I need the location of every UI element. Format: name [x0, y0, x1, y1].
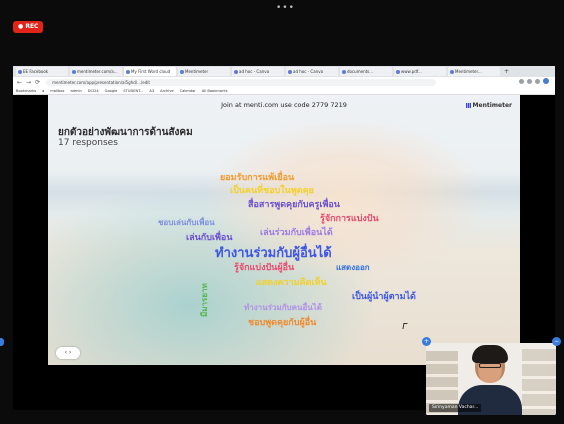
slide-nav-controls[interactable]: ‹ › — [56, 347, 80, 359]
word-cloud-word: รู้จักการแบ่งปัน — [320, 214, 379, 224]
bookmark-item[interactable]: Archive — [160, 89, 173, 93]
tab-label: ad hoc - Canva — [293, 69, 324, 74]
presentation-slide: Join at menti.com use code 2779 7219 Men… — [48, 95, 520, 365]
tab-label: Mentimeter... — [455, 69, 482, 74]
browser-tab[interactable]: www.pdf... — [394, 67, 446, 76]
tab-favicon-icon — [396, 69, 400, 74]
back-icon[interactable]: ← — [17, 79, 22, 86]
word-cloud: ยอมรับการแพ้เยื่อน เป็นคนที่ชอบในพูดคุย … — [48, 95, 520, 365]
tab-favicon-icon — [18, 69, 22, 74]
bookmark-item[interactable]: Calendar — [180, 89, 196, 93]
meeting-window: ••• ● REC EE Facebook mentimeter.com/a..… — [0, 0, 564, 424]
browser-tab-bar: EE Facebook mentimeter.com/a... My First… — [13, 66, 555, 77]
tab-label: mentimeter.com/a... — [77, 69, 118, 74]
browser-tab[interactable]: ad hoc - Canva — [232, 67, 284, 76]
tab-label: EE Facebook — [23, 69, 49, 74]
shared-screen: EE Facebook mentimeter.com/a... My First… — [13, 66, 555, 410]
bookmark-item[interactable]: All Bookmarks — [202, 89, 228, 93]
side-panel-handle[interactable] — [0, 338, 4, 346]
bookmarks-bar: Bookmarks a mailbox admin DCI24 Google S… — [13, 87, 555, 95]
word-cloud-word: รู้จักแบ่งปันผู้อื่น — [234, 263, 295, 273]
word-cloud-word: แสดงออก — [336, 263, 370, 272]
tab-label: www.pdf... — [401, 69, 422, 74]
more-options-icon[interactable]: ••• — [276, 3, 295, 13]
bookmark-item[interactable]: DCI24 — [88, 89, 99, 93]
bookmark-item[interactable]: Bookmarks — [16, 89, 36, 93]
tab-label: Mentimeter — [185, 69, 209, 74]
reload-icon[interactable]: ⟳ — [35, 79, 40, 86]
word-cloud-word: ทำงานร่วมกับคนอื่นได้ — [244, 303, 322, 312]
browser-tab-active[interactable]: My First Word cloud — [124, 67, 176, 76]
recording-badge: ● REC — [13, 21, 44, 33]
address-bar[interactable]: mentimeter.com/app/presentation/al5ghd/.… — [46, 78, 437, 86]
word-cloud-word: ชอบเล่นกับเพื่อน — [158, 218, 215, 227]
bookmark-item[interactable]: Google — [105, 89, 118, 93]
tab-favicon-icon — [234, 69, 238, 74]
tab-label: ad hoc - Canva — [239, 69, 270, 74]
tab-label: My First Word cloud — [131, 69, 171, 74]
tab-favicon-icon — [342, 69, 346, 74]
tab-favicon-icon — [72, 69, 76, 74]
word-cloud-word: ชอบพูดคุยกับผู้อื่น — [248, 318, 317, 328]
background-shelf — [522, 349, 556, 415]
tab-favicon-icon — [450, 69, 454, 74]
bookmark-item[interactable]: A3 — [149, 89, 154, 93]
bookmark-item[interactable]: mailbox — [50, 89, 64, 93]
browser-tab[interactable]: Mentimeter... — [448, 67, 500, 76]
new-tab-icon[interactable]: + — [504, 68, 509, 75]
word-cloud-word: สื่อสารพูดคุยกับครูเพื่อน — [248, 200, 340, 210]
word-cloud-word: มีมารยาท — [200, 283, 209, 317]
browser-toolbar: ← → ⟳ mentimeter.com/app/presentation/al… — [13, 77, 555, 87]
forward-icon[interactable]: → — [26, 79, 31, 86]
word-cloud-word: เป็นผู้นำผู้ตามได้ — [352, 292, 416, 302]
word-cloud-word: แสดงความคิดเห็น — [256, 278, 327, 288]
browser-tab[interactable]: ad hoc - Canva — [286, 67, 338, 76]
video-expand-icon[interactable]: − — [552, 337, 561, 346]
word-cloud-word: ยอมรับการแพ้เยื่อน — [220, 173, 295, 183]
extension-icon[interactable] — [527, 78, 532, 84]
word-cloud-word: เป็นคนที่ชอบในพูดคุย — [230, 186, 314, 196]
browser-tab[interactable]: documents... — [340, 67, 392, 76]
extensions-area — [519, 78, 549, 84]
extension-icon[interactable] — [519, 78, 524, 84]
video-add-icon[interactable]: + — [422, 337, 431, 346]
tab-label: documents... — [347, 69, 374, 74]
bookmark-item[interactable]: admin — [70, 89, 81, 93]
tab-favicon-icon — [126, 69, 130, 74]
profile-icon[interactable] — [543, 78, 549, 84]
tab-favicon-icon — [288, 69, 292, 74]
bookmark-item[interactable]: a — [42, 89, 44, 93]
browser-tab[interactable]: Mentimeter — [178, 67, 230, 76]
tab-favicon-icon — [180, 69, 184, 74]
participant-name: Sirinyaman Vachar... — [429, 404, 482, 412]
browser-tab[interactable]: EE Facebook — [16, 67, 68, 76]
browser-tab[interactable]: mentimeter.com/a... — [70, 67, 122, 76]
bookmark-item[interactable]: STUDENT... — [123, 89, 143, 93]
word-cloud-word: เล่นร่วมกับเพื่อนได้ — [260, 228, 333, 238]
extension-icon[interactable] — [535, 78, 540, 84]
